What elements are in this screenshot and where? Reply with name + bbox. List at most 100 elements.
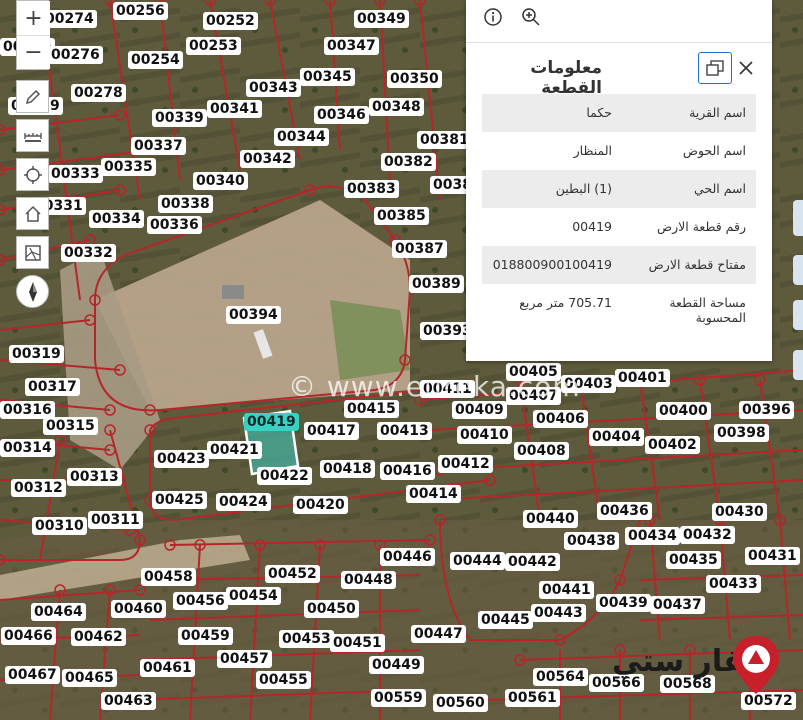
building-2 [222,285,244,299]
panel-toolbar [466,0,772,43]
attribute-row: رقم قطعة الارض 00419 [482,208,756,246]
parcel-label: 00424 [216,493,271,511]
parcel-label: 00312 [11,479,66,497]
parcel-label: 00420 [293,496,348,514]
map-layers-icon [24,244,41,261]
parcel-attributes-table: اسم القرية حكما اسم الحوض المنظار اسم الحي (1… [482,94,756,342]
parcel-label: 00396 [739,401,794,419]
parcel-label: 00382 [381,153,436,171]
parcel-label: 00461 [140,659,195,677]
logo-pin-icon [733,636,779,694]
ruler-icon [23,132,42,142]
parcel-label: 00436 [597,502,652,520]
parcel-label: 00408 [514,442,569,460]
parcel-label: 00447 [411,625,466,643]
zoom-out-button[interactable]: − [17,35,50,69]
attribute-row: اسم الحي (1) البطين [482,170,756,208]
parcel-label: 00381 [417,131,472,149]
attribute-value: 705.71 متر مربع [519,295,612,310]
parcel-label: 00457 [217,650,272,668]
parcel-label: 00276 [48,46,103,64]
parcel-label: 00413 [377,422,432,440]
compass-button[interactable] [16,275,49,308]
zoom-to-icon[interactable] [520,6,542,28]
parcel-label: 00414 [406,485,461,503]
parcel-label: 00252 [203,12,258,30]
parcel-label: 00452 [265,565,320,583]
zoom-in-button[interactable]: + [17,1,50,35]
selected-parcel-label[interactable]: 00419 [244,413,299,431]
map-toolbar: + − [16,0,51,308]
parcel-label: 00410 [457,426,512,444]
right-edge-strip [793,0,803,720]
watermark: © www.eureka.com [288,370,581,403]
parcel-label: 00443 [531,604,586,622]
parcel-label: 00400 [656,402,711,420]
parcel-label: 00561 [505,689,560,707]
parcel-label: 00418 [320,460,375,478]
parcel-label: 00346 [314,106,369,124]
parcel-label: 00337 [131,137,186,155]
parcel-label: 00278 [71,84,126,102]
parcel-label: 00466 [1,627,56,645]
parcel-label: 00464 [31,603,86,621]
parcel-label: 00315 [43,417,98,435]
locate-button[interactable] [16,158,49,191]
parcel-label: 00430 [712,503,767,521]
parcel-label: 00425 [152,491,207,509]
parcel-label: 00423 [154,450,209,468]
parcel-label: 00434 [625,527,680,545]
parcel-label: 00317 [25,378,80,396]
parcel-label: 00422 [257,467,312,485]
attribute-value: 018800900100419 [492,257,612,272]
parcel-label: 00456 [173,592,228,610]
parcel-label: 00559 [371,689,426,707]
basemap-button[interactable] [16,236,49,269]
attribute-key: مساحة القطعة المحسوبة [669,295,746,325]
attribute-row: مساحة القطعة المحسوبة 705.71 متر مربع [482,284,756,342]
attribute-value: (1) البطين [555,181,612,196]
parcel-label: 00389 [409,275,464,293]
close-button[interactable] [738,60,756,78]
draw-pencil-button[interactable] [16,80,49,113]
parcel-label: 00435 [666,551,721,569]
parcel-label: 00383 [344,180,399,198]
parcel-label: 00339 [152,109,207,127]
parcel-label: 00256 [113,2,168,20]
parcel-label: 00342 [240,150,295,168]
parcel-label: 00409 [452,401,507,419]
parcel-label: 00394 [226,306,281,324]
parcel-label: 00344 [274,128,329,146]
parcel-label: 00463 [101,692,156,710]
parcel-label: 00442 [505,553,560,571]
parcel-label: 00431 [745,547,800,565]
panel-title: معلومات القطعة [530,58,602,98]
parcel-label: 00349 [354,10,409,28]
parcel-label: 00459 [178,627,233,645]
attribute-value: حكما [586,105,612,120]
attribute-value: المنظار [573,143,612,158]
close-icon [739,61,753,75]
info-icon[interactable] [482,6,504,28]
home-button[interactable] [16,197,49,230]
compass-icon [28,281,37,302]
parcel-label: 00445 [478,611,533,629]
parcel-label: 00345 [300,68,355,86]
parcel-label: 00432 [680,526,735,544]
parcel-label: 00253 [186,37,241,55]
attribute-key: اسم الحي [693,181,746,196]
parcel-label: 00338 [158,195,213,213]
parcel-label: 00314 [0,439,55,457]
parcel-label: 00319 [9,345,64,363]
parcel-label: 00334 [89,210,144,228]
measure-button[interactable] [16,119,49,152]
parcel-label: 00347 [324,37,379,55]
dock-button[interactable] [698,52,732,84]
crosshair-icon [23,165,42,184]
parcel-label: 00404 [589,428,644,446]
attribute-row: اسم الحوض المنظار [482,132,756,170]
parcel-label: 00564 [533,668,588,686]
parcel-label: 00455 [256,671,311,689]
dock-icon [706,60,724,76]
attribute-row: مفتاح قطعة الارض 018800900100419 [482,246,756,284]
